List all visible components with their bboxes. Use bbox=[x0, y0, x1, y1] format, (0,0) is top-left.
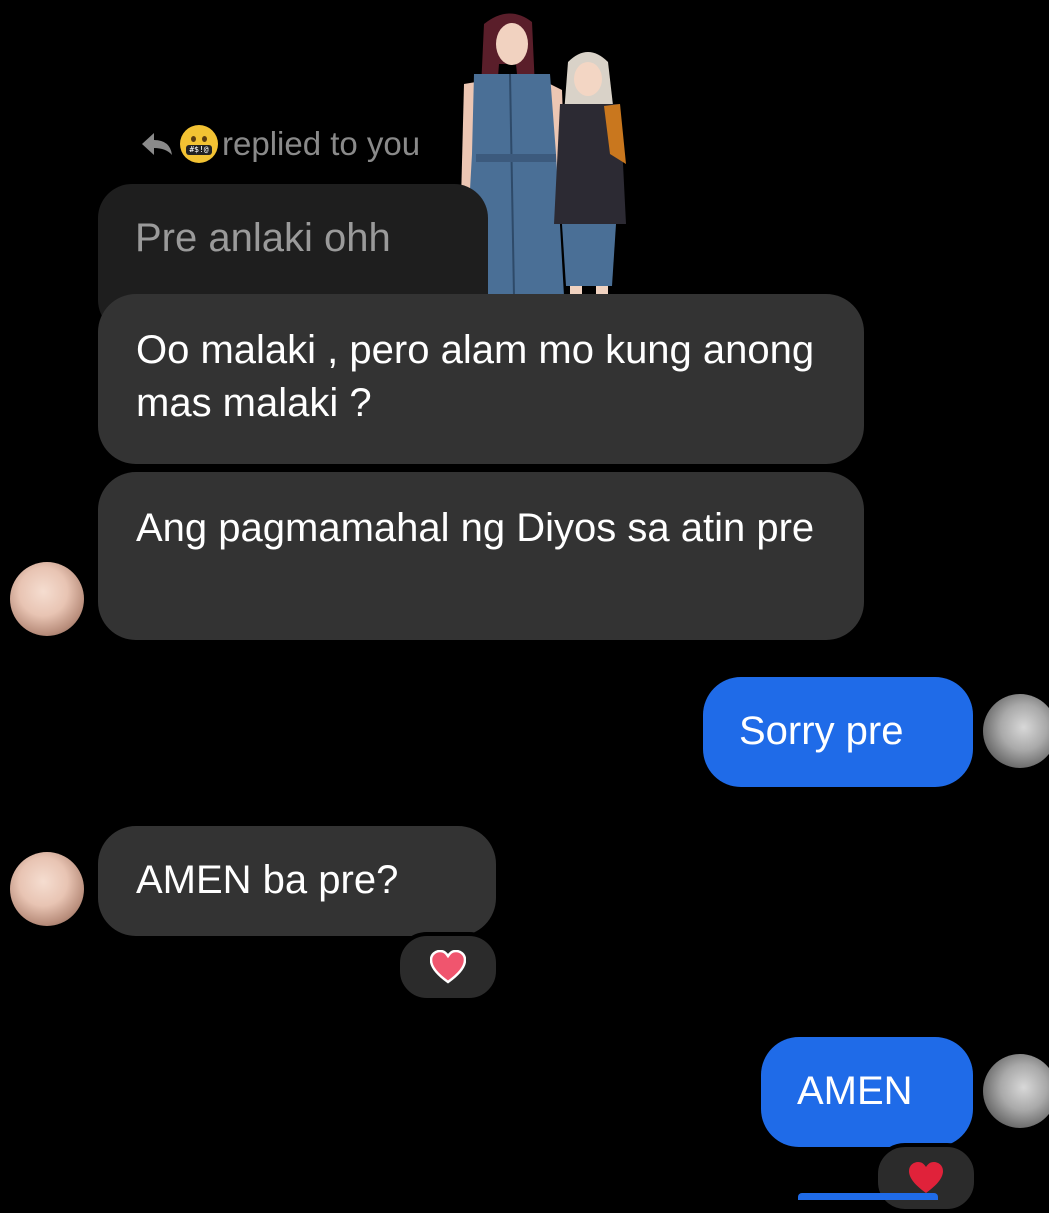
heart-icon bbox=[430, 950, 466, 984]
message-bubble-outgoing[interactable]: Sorry pre bbox=[703, 677, 973, 787]
next-message-edge bbox=[798, 1193, 938, 1200]
reaction-badge[interactable] bbox=[874, 1143, 978, 1213]
message-bubble-incoming[interactable]: Ang pagmamahal ng Diyos sa atin pre bbox=[98, 472, 864, 640]
message-bubble-incoming[interactable]: AMEN ba pre? bbox=[98, 826, 496, 936]
avatar[interactable] bbox=[10, 562, 84, 636]
reaction-badge[interactable] bbox=[396, 932, 500, 1002]
grimacing-emoji-icon: #$!@ bbox=[180, 125, 218, 163]
avatar[interactable] bbox=[983, 1054, 1049, 1128]
heart-icon bbox=[909, 1162, 943, 1193]
avatar[interactable] bbox=[10, 852, 84, 926]
avatar[interactable] bbox=[983, 694, 1049, 768]
quoted-message-text: Pre anlaki ohh bbox=[135, 216, 391, 260]
message-bubble-incoming[interactable]: Oo malaki , pero alam mo kung anong mas … bbox=[98, 294, 864, 464]
reply-arrow-icon bbox=[142, 133, 172, 155]
reply-label: replied to you bbox=[222, 125, 421, 162]
reply-header: #$!@ replied to you bbox=[138, 124, 420, 164]
message-bubble-outgoing[interactable]: AMEN bbox=[761, 1037, 973, 1147]
